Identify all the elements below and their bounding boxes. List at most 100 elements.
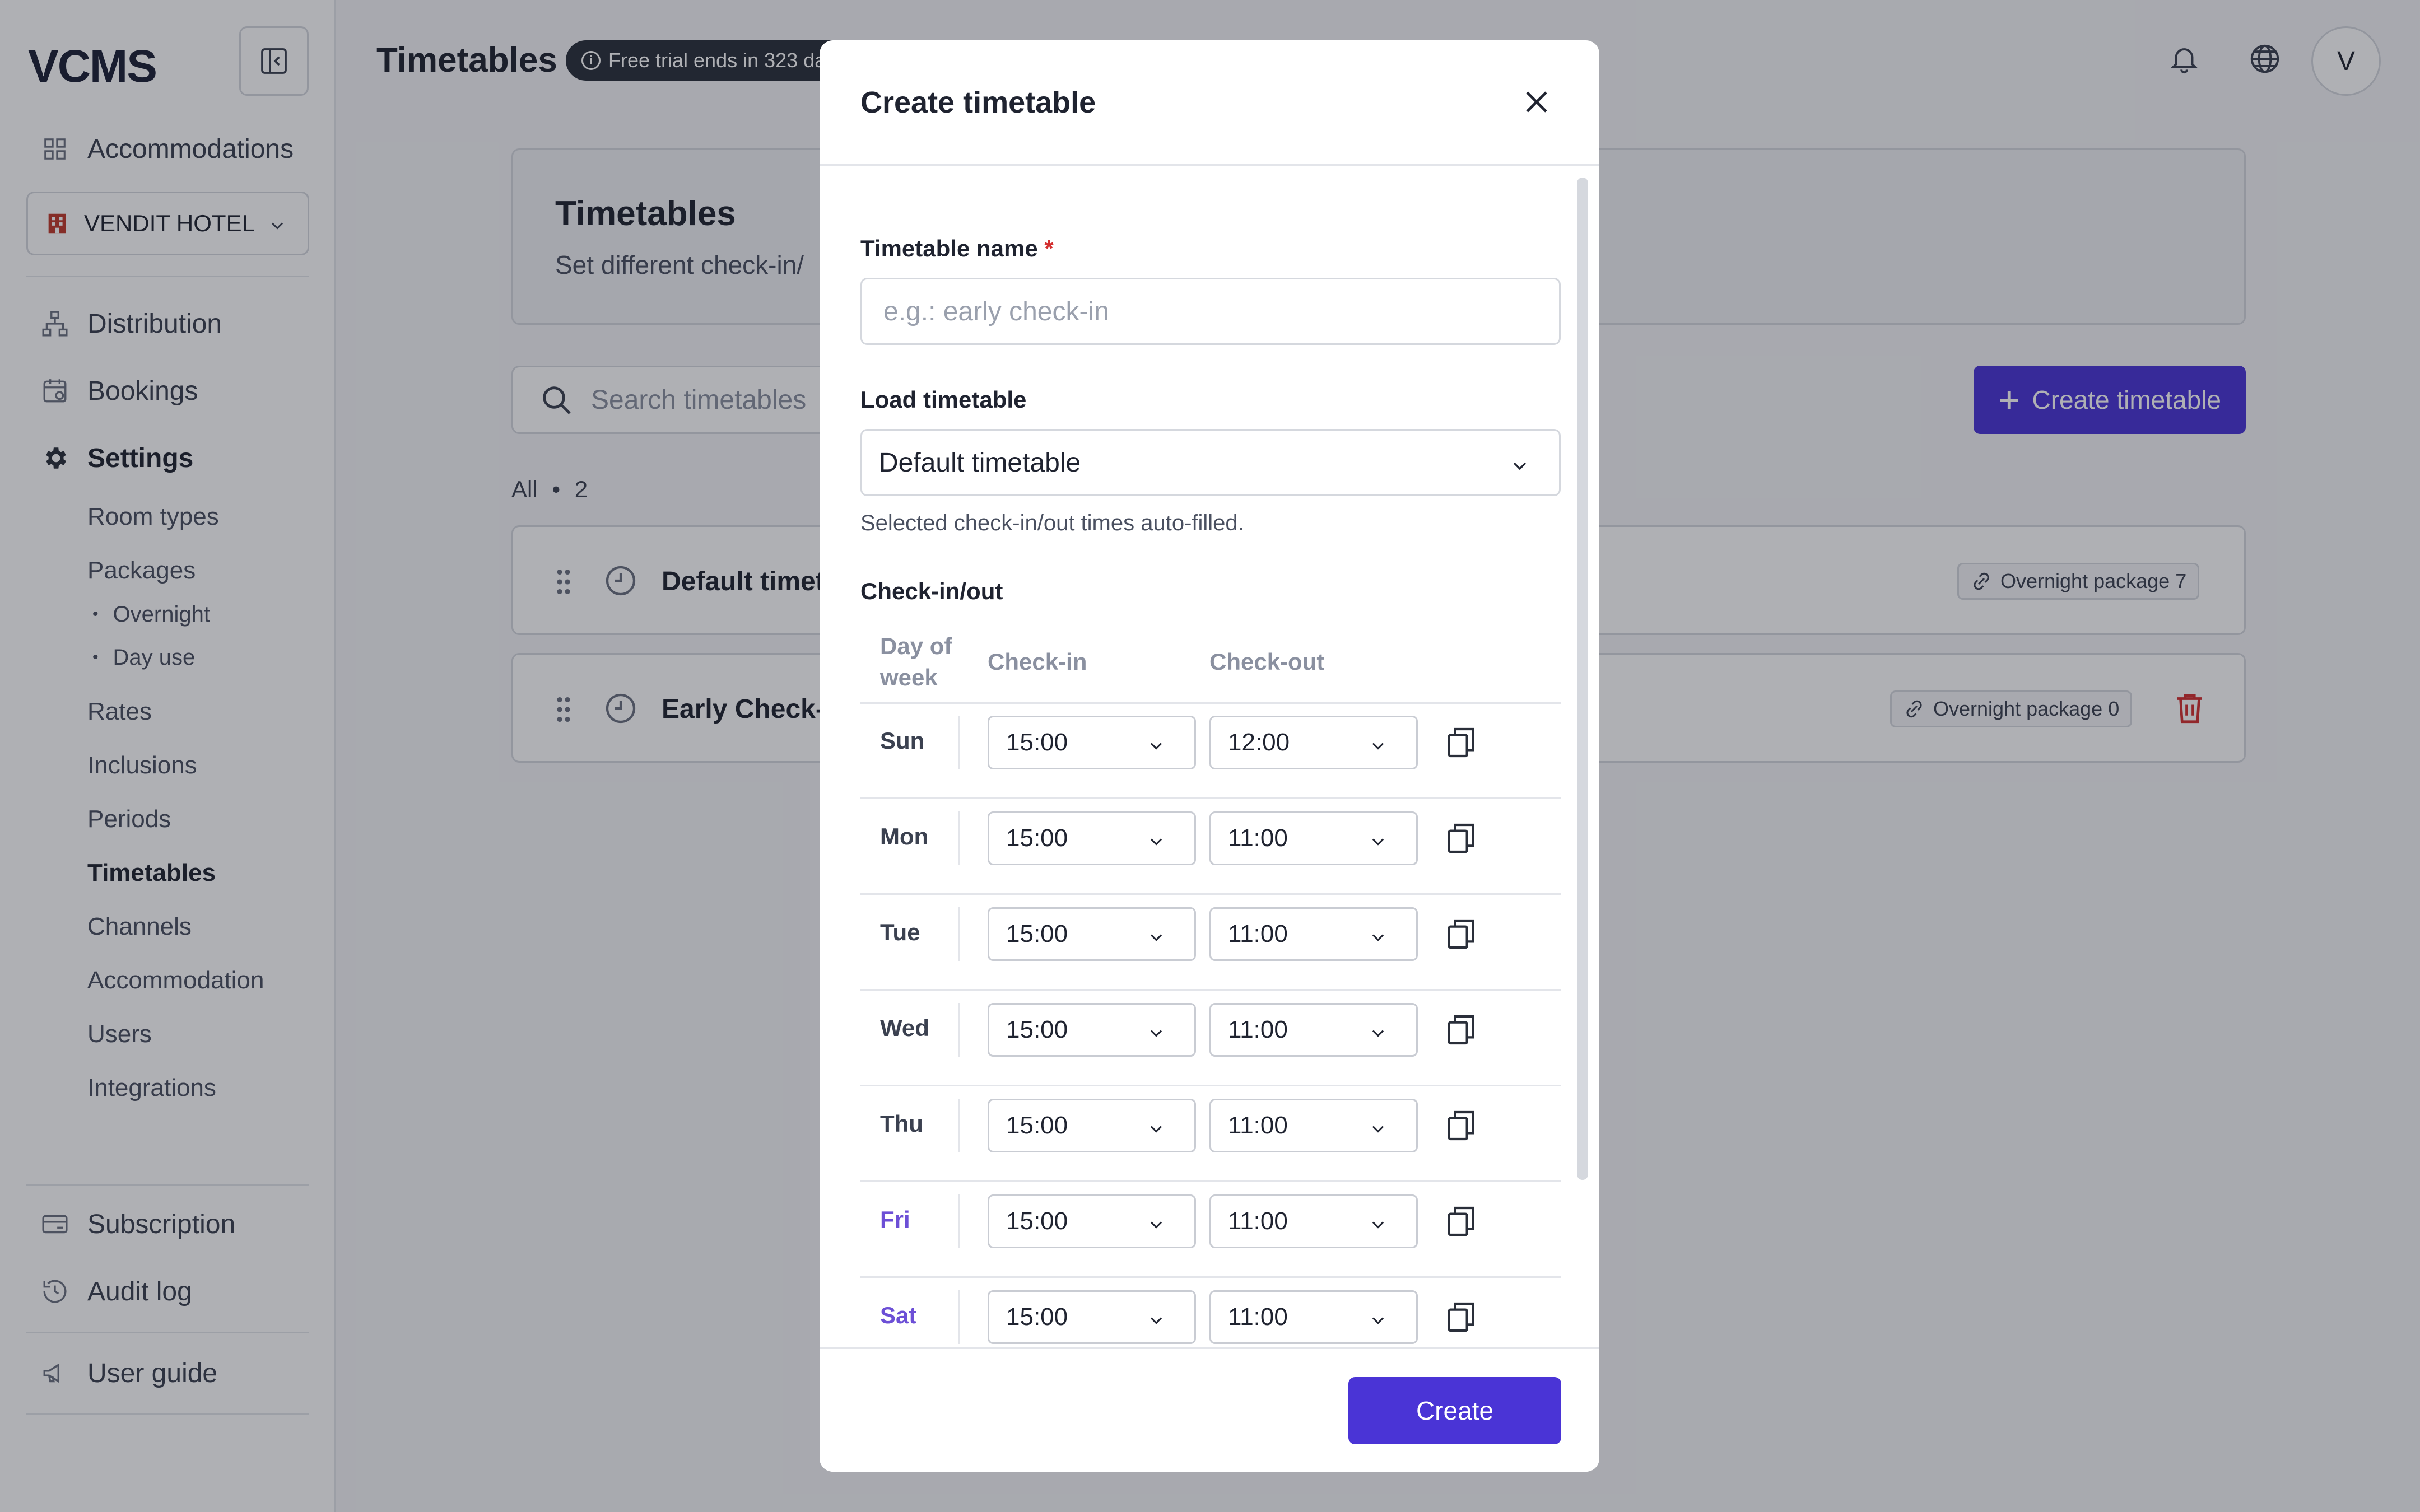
timetable-name-placeholder: e.g.: early check-in: [883, 296, 1109, 326]
table-divider: [860, 1276, 1561, 1278]
checkout-value: 11:00: [1228, 920, 1288, 948]
modal-header: Create timetable: [820, 40, 1599, 166]
row-separator: [958, 907, 960, 961]
row-separator: [958, 716, 960, 769]
day-label: Sat: [880, 1302, 917, 1328]
copy-icon: [1448, 727, 1474, 758]
checkout-select[interactable]: 11:00: [1209, 1290, 1418, 1344]
checkin-value: 15:00: [1006, 1207, 1068, 1235]
day-label: Tue: [880, 919, 920, 945]
copy-row-button[interactable]: [1441, 723, 1481, 762]
checkout-select[interactable]: 11:00: [1209, 811, 1418, 865]
checkout-select[interactable]: 11:00: [1209, 1003, 1418, 1057]
row-separator: [958, 811, 960, 865]
chevron-down-icon: [1146, 830, 1166, 858]
load-timetable-value: Default timetable: [879, 447, 1081, 478]
load-timetable-select[interactable]: Default timetable: [860, 429, 1561, 496]
modal-scrollbar[interactable]: [1577, 178, 1588, 1180]
modal-title: Create timetable: [860, 86, 1096, 119]
table-divider: [860, 893, 1561, 895]
checkin-select[interactable]: 15:00: [988, 1003, 1196, 1057]
checkin-select[interactable]: 15:00: [988, 811, 1196, 865]
checkin-value: 15:00: [1006, 920, 1068, 948]
table-divider: [860, 989, 1561, 991]
checkout-select[interactable]: 11:00: [1209, 907, 1418, 961]
copy-icon: [1448, 1015, 1474, 1045]
load-timetable-label: Load timetable: [860, 386, 1027, 413]
chevron-down-icon: [1146, 734, 1166, 762]
row-separator: [958, 1194, 960, 1248]
copy-row-button[interactable]: [1441, 819, 1481, 858]
chevron-down-icon: [1368, 830, 1388, 858]
day-label: Sun: [880, 727, 925, 754]
col-header-checkin: Check-in: [988, 648, 1087, 675]
checkout-select[interactable]: 11:00: [1209, 1194, 1418, 1248]
chevron-down-icon: [1509, 453, 1531, 484]
chevron-down-icon: [1368, 1117, 1388, 1145]
close-button[interactable]: [1514, 80, 1559, 124]
timetable-name-label: Timetable name *: [860, 235, 1054, 262]
copy-row-button[interactable]: [1441, 914, 1481, 954]
check-in-out-section-title: Check-in/out: [860, 578, 1003, 604]
checkout-value: 11:00: [1228, 824, 1288, 852]
timetable-name-input[interactable]: e.g.: early check-in: [860, 278, 1561, 345]
copy-icon: [1448, 1110, 1474, 1141]
checkin-value: 15:00: [1006, 729, 1068, 756]
copy-icon: [1448, 919, 1474, 949]
table-divider: [860, 1085, 1561, 1086]
chevron-down-icon: [1146, 1021, 1166, 1049]
checkout-value: 11:00: [1228, 1112, 1288, 1139]
checkin-value: 15:00: [1006, 1303, 1068, 1331]
chevron-down-icon: [1146, 926, 1166, 954]
day-label: Mon: [880, 823, 929, 850]
copy-icon: [1448, 1206, 1474, 1236]
copy-icon: [1448, 1302, 1474, 1332]
copy-icon: [1448, 823, 1474, 853]
copy-row-button[interactable]: [1441, 1202, 1481, 1241]
day-label: Thu: [880, 1110, 923, 1137]
checkout-value: 12:00: [1228, 729, 1290, 756]
app-root: VCMS Accommodations VENDIT HOTEL Distrib…: [0, 0, 2420, 1512]
required-mark: *: [1044, 235, 1054, 262]
close-icon: [1526, 91, 1547, 113]
modal-footer: Create: [820, 1347, 1599, 1472]
checkout-select[interactable]: 12:00: [1209, 716, 1418, 769]
col-header-checkout: Check-out: [1209, 648, 1325, 675]
checkin-select[interactable]: 15:00: [988, 716, 1196, 769]
checkout-value: 11:00: [1228, 1303, 1288, 1331]
day-label: Wed: [880, 1015, 929, 1041]
day-label: Fri: [880, 1206, 910, 1233]
chevron-down-icon: [1368, 1213, 1388, 1241]
create-timetable-modal: Create timetable Timetable name * e.g.: …: [820, 40, 1599, 1472]
chevron-down-icon: [1368, 734, 1388, 762]
table-divider: [860, 797, 1561, 799]
checkin-value: 15:00: [1006, 1112, 1068, 1139]
chevron-down-icon: [1146, 1309, 1166, 1337]
checkin-value: 15:00: [1006, 1016, 1068, 1043]
row-separator: [958, 1099, 960, 1152]
checkin-value: 15:00: [1006, 824, 1068, 852]
create-button[interactable]: Create: [1348, 1377, 1561, 1444]
checkin-select[interactable]: 15:00: [988, 1099, 1196, 1152]
row-separator: [958, 1290, 960, 1344]
chevron-down-icon: [1146, 1117, 1166, 1145]
checkin-select[interactable]: 15:00: [988, 907, 1196, 961]
checkout-value: 11:00: [1228, 1016, 1288, 1043]
chevron-down-icon: [1368, 926, 1388, 954]
checkin-select[interactable]: 15:00: [988, 1290, 1196, 1344]
table-divider: [860, 1180, 1561, 1182]
chevron-down-icon: [1368, 1021, 1388, 1049]
chevron-down-icon: [1368, 1309, 1388, 1337]
copy-row-button[interactable]: [1441, 1298, 1481, 1337]
table-divider: [860, 702, 1561, 704]
copy-row-button[interactable]: [1441, 1106, 1481, 1145]
modal-body: Timetable name * e.g.: early check-in Lo…: [820, 166, 1599, 1347]
row-separator: [958, 1003, 960, 1057]
load-timetable-helper: Selected check-in/out times auto-filled.: [860, 511, 1244, 535]
checkout-value: 11:00: [1228, 1207, 1288, 1235]
timetable-name-label-text: Timetable name: [860, 235, 1038, 262]
checkin-select[interactable]: 15:00: [988, 1194, 1196, 1248]
checkout-select[interactable]: 11:00: [1209, 1099, 1418, 1152]
copy-row-button[interactable]: [1441, 1010, 1481, 1049]
col-header-day: Day of week: [880, 633, 952, 690]
